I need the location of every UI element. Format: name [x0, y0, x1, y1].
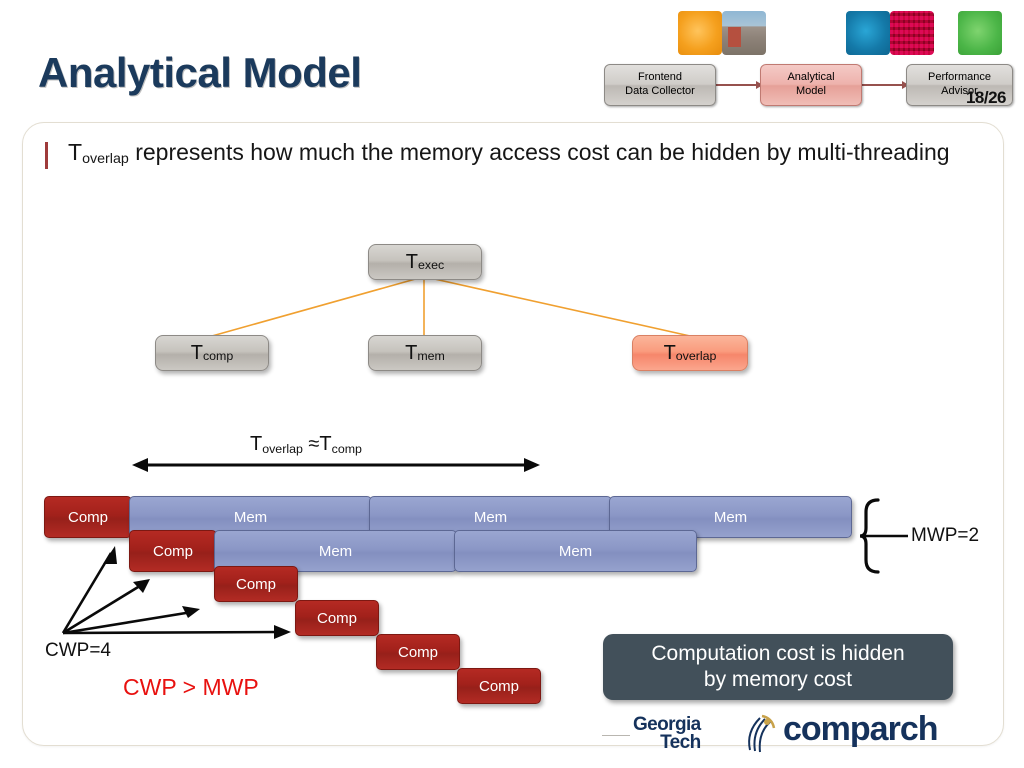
tree-node-subscript: overlap [675, 348, 717, 363]
timeline-block-comp[interactable]: Comp [457, 668, 541, 704]
timeline-block-label: Mem [558, 542, 593, 560]
cwp-arrows [61, 546, 291, 639]
page-number: 18/26 [965, 88, 1007, 107]
georgia-tech-logo: Georgia Tech [633, 715, 701, 754]
callout-line1: Computation cost is hidden [651, 642, 905, 666]
tree-node-texec[interactable]: Texec [368, 244, 482, 280]
bullet-text: Toverlap represents how much the memory … [68, 138, 968, 167]
mwp-label: MWP=2 [911, 525, 980, 546]
thumb-photo-chip-icon [890, 11, 934, 55]
timeline-block-label: Mem [713, 508, 748, 526]
thumb-photo-street-icon [722, 11, 766, 55]
bullet-term-subscript: overlap [82, 151, 129, 168]
tree-node-base: T [190, 341, 203, 364]
page-title: Analytical Model [38, 49, 362, 96]
pipeline-connector-1 [712, 81, 763, 89]
footer-divider [602, 735, 630, 736]
bullet-marker [45, 142, 48, 169]
mwp-brace [860, 498, 908, 574]
pipeline-stage-frontend-data-collector[interactable]: Frontend Data Collector [604, 64, 716, 106]
tree-node-base: T [663, 341, 676, 364]
pipeline-stage-label-line1: Frontend [637, 71, 682, 84]
slide-canvas: Analytical Model Analytical Model Fronte… [0, 0, 1024, 768]
pipeline-connector-2 [858, 81, 909, 89]
pipeline-stage-label-line1: Analytical [787, 71, 835, 84]
tree-node-toverlap[interactable]: Toverlap [632, 335, 748, 371]
pipeline-stage-label-line1: Performance [928, 71, 991, 84]
pipeline-stage-label-line2: Data Collector [625, 85, 695, 97]
timeline-block-comp[interactable]: Comp [376, 634, 460, 670]
callout-line2: by memory cost [703, 668, 853, 691]
callout-box: Computation cost is hidden by memory cos… [603, 634, 953, 700]
tree-node-subscript: mem [417, 348, 445, 363]
timeline-block-label: Mem [473, 508, 508, 526]
comparch-logo: comparch [783, 710, 938, 748]
tree-node-base: T [405, 250, 419, 273]
timeline-block-label: Comp [316, 609, 357, 627]
georgia-tech-line2: Tech [660, 732, 701, 754]
tree-node-subscript: comp [202, 348, 234, 363]
pipeline-stage-analytical-model[interactable]: Analytical Model [760, 64, 862, 106]
comparch-swirl-icon [748, 714, 776, 753]
timeline-block-label: Comp [397, 643, 438, 661]
timeline-block-label: Mem [318, 542, 353, 560]
bullet-term: T [68, 139, 83, 165]
tree-node-base: T [405, 341, 418, 364]
tree-node-tcomp[interactable]: Tcomp [155, 335, 269, 371]
timeline-block-mem[interactable]: Mem [454, 530, 697, 572]
thumb-orange-icon [678, 11, 722, 55]
thumb-blue-icon [846, 11, 890, 55]
cwp-mwp-comparison: CWP > MWP [123, 674, 259, 700]
cwp-label: CWP=4 [45, 640, 111, 661]
tree-node-subscript: exec [418, 257, 445, 272]
pipeline-stage-label-line2: Model [796, 85, 826, 97]
timeline-block-label: Comp [478, 677, 519, 695]
bullet-rest: represents how much the memory access co… [128, 139, 950, 165]
thumb-green-icon [958, 11, 1002, 55]
overlap-double-arrow [132, 458, 540, 472]
tree-node-tmem[interactable]: Tmem [368, 335, 482, 371]
